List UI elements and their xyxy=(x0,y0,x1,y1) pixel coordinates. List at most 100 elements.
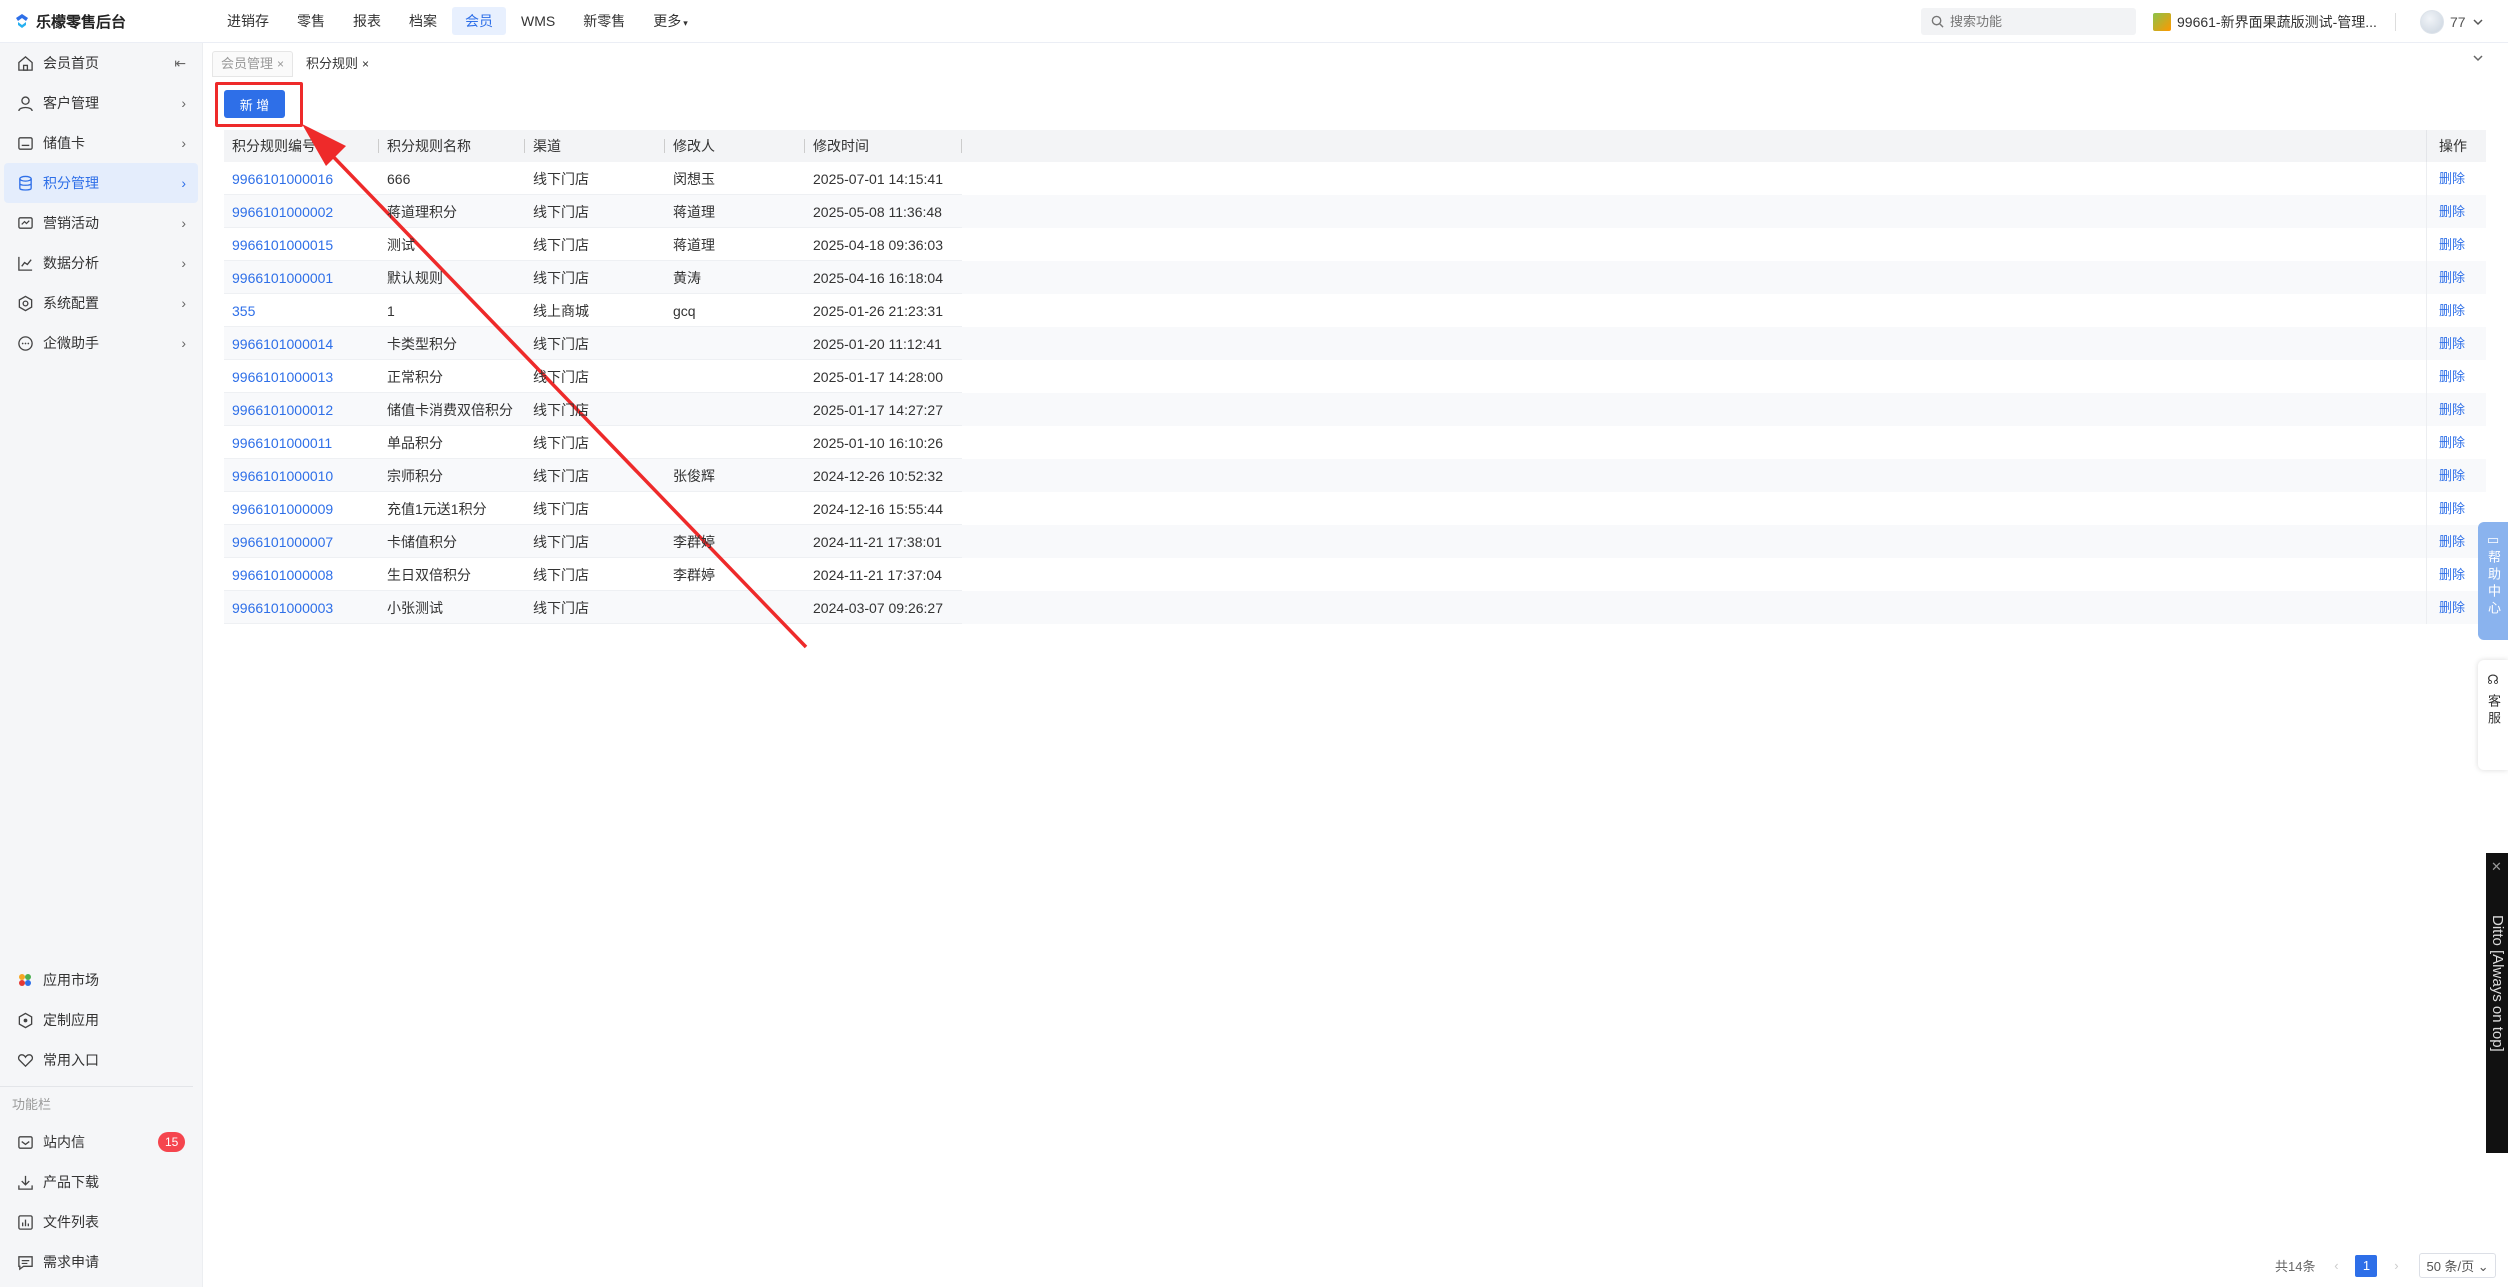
modified-time-cell: 2025-04-18 09:36:03 xyxy=(813,236,943,253)
nav-archive[interactable]: 档案 xyxy=(396,7,450,35)
sidebar-item-stored-value-card[interactable]: 储值卡 › xyxy=(0,123,202,163)
next-page-icon[interactable]: › xyxy=(2385,1255,2407,1277)
rule-name-cell: 666 xyxy=(387,170,411,187)
delete-button[interactable]: 删除 xyxy=(2426,492,2486,525)
app-logo[interactable]: 乐檬零售后台 xyxy=(0,11,200,32)
rule-id-link[interactable]: 9966101000001 xyxy=(224,270,379,286)
delete-button[interactable]: 删除 xyxy=(2426,459,2486,492)
close-icon[interactable]: × xyxy=(277,57,284,71)
tabs-dropdown-icon[interactable] xyxy=(2472,52,2484,67)
nav-new-retail[interactable]: 新零售 xyxy=(570,7,638,35)
search-box[interactable] xyxy=(1921,8,2136,35)
rule-id-link[interactable]: 9966101000015 xyxy=(224,237,379,253)
ditto-window[interactable]: ✕ Ditto [Always on top] xyxy=(2486,853,2508,1153)
delete-button[interactable]: 删除 xyxy=(2426,360,2486,393)
sidebar-item-inbox[interactable]: 站内信 15 xyxy=(0,1122,203,1162)
sidebar-item-customers[interactable]: 客户管理 › xyxy=(0,83,202,123)
nav-retail[interactable]: 零售 xyxy=(284,7,338,35)
sidebar-item-label: 营销活动 xyxy=(43,215,99,231)
delete-button[interactable]: 删除 xyxy=(2426,162,2486,195)
sidebar-item-label: 系统配置 xyxy=(43,295,99,311)
chevron-down-icon: ⌄ xyxy=(2477,1259,2489,1274)
close-icon[interactable]: ✕ xyxy=(2491,859,2502,875)
nav-reports[interactable]: 报表 xyxy=(340,7,394,35)
sidebar-item-requests[interactable]: 需求申请 xyxy=(0,1242,203,1282)
nav-inventory[interactable]: 进销存 xyxy=(214,7,282,35)
sidebar-item-system-config[interactable]: 系统配置 › xyxy=(0,283,202,323)
table-row: 9966101000007 卡储值积分 线下门店 李群婷 2024-11-21 17:3… xyxy=(224,525,2486,558)
rule-id-link[interactable]: 9966101000013 xyxy=(224,369,379,385)
delete-button[interactable]: 删除 xyxy=(2426,228,2486,261)
channel-cell: 线下门店 xyxy=(533,236,589,253)
page-number[interactable]: 1 xyxy=(2355,1254,2378,1277)
sidebar-item-wecom-assistant[interactable]: 企微助手 › xyxy=(0,323,202,363)
user-menu[interactable]: 77 xyxy=(2420,10,2484,34)
rule-id-link[interactable]: 9966101000010 xyxy=(224,468,379,484)
column-header: 渠道 xyxy=(525,130,665,162)
search-input[interactable] xyxy=(1950,14,2130,29)
chevron-right-icon: › xyxy=(181,95,186,111)
sidebar-item-custom-apps[interactable]: 定制应用 xyxy=(0,1000,203,1040)
table-row: 9966101000014 卡类型积分 线下门店 2025-01-20 11:12:4… xyxy=(224,327,2486,360)
rule-id-link[interactable]: 9966101000012 xyxy=(224,402,379,418)
rule-id-link[interactable]: 9966101000016 xyxy=(224,171,379,187)
delete-button[interactable]: 删除 xyxy=(2426,294,2486,327)
rule-id-link[interactable]: 9966101000009 xyxy=(224,501,379,517)
page-size-select[interactable]: 50 条/页 ⌄ xyxy=(2419,1253,2496,1278)
nav-wms[interactable]: WMS xyxy=(508,7,568,35)
sidebar-item-data-analysis[interactable]: 数据分析 › xyxy=(0,243,202,283)
store-switcher[interactable]: 99661-新界面果蔬版测试-管理... xyxy=(2153,12,2396,32)
sidebar-item-file-list[interactable]: 文件列表 xyxy=(0,1202,203,1242)
editor-cell: gcq xyxy=(673,302,696,319)
delete-button[interactable]: 删除 xyxy=(2426,393,2486,426)
delete-button[interactable]: 删除 xyxy=(2426,327,2486,360)
nav-member[interactable]: 会员 xyxy=(452,7,506,35)
modified-time-cell: 2025-04-16 16:18:04 xyxy=(813,269,943,286)
channel-cell: 线下门店 xyxy=(533,335,589,352)
sidebar-item-marketing[interactable]: 营销活动 › xyxy=(0,203,202,243)
chart-icon xyxy=(16,254,34,272)
sidebar-item-downloads[interactable]: 产品下载 xyxy=(0,1162,203,1202)
editor-cell: 李群婷 xyxy=(673,566,715,583)
tab-points-rules[interactable]: 积分规则 × xyxy=(297,51,379,77)
chevron-right-icon: › xyxy=(181,335,186,351)
custom-app-icon xyxy=(16,1011,34,1029)
channel-cell: 线下门店 xyxy=(533,368,589,385)
rule-id-link[interactable]: 9966101000003 xyxy=(224,600,379,616)
table-body: 9966101000016 666 线下门店 闵想玉 2025-07-01 14:15:… xyxy=(224,162,2486,624)
modified-time-cell: 2024-11-21 17:38:01 xyxy=(813,533,942,550)
delete-button[interactable]: 删除 xyxy=(2426,591,2486,624)
sidebar-item-favorites[interactable]: 常用入口 xyxy=(0,1040,203,1080)
rule-name-cell: 正常积分 xyxy=(387,368,443,385)
sidebar-item-points[interactable]: 积分管理 › xyxy=(4,163,198,203)
database-icon xyxy=(16,174,34,192)
rule-id-link[interactable]: 9966101000014 xyxy=(224,336,379,352)
rule-id-link[interactable]: 9966101000002 xyxy=(224,204,379,220)
collapse-sidebar-icon[interactable]: ⇤ xyxy=(174,55,186,72)
divider xyxy=(2394,13,2396,31)
chevron-right-icon: › xyxy=(181,255,186,271)
delete-button[interactable]: 删除 xyxy=(2426,426,2486,459)
delete-button[interactable]: 删除 xyxy=(2426,525,2486,558)
nav-more[interactable]: 更多 ▾ xyxy=(640,7,701,35)
sidebar-item-app-market[interactable]: 应用市场 xyxy=(0,960,203,1000)
rule-id-link[interactable]: 9966101000008 xyxy=(224,567,379,583)
rule-id-link[interactable]: 355 xyxy=(224,303,379,319)
rule-id-link[interactable]: 9966101000011 xyxy=(224,435,379,451)
column-resizer[interactable] xyxy=(961,139,962,153)
close-icon[interactable]: × xyxy=(362,57,369,71)
delete-button[interactable]: 删除 xyxy=(2426,558,2486,591)
rule-id-link[interactable]: 9966101000007 xyxy=(224,534,379,550)
delete-button[interactable]: 删除 xyxy=(2426,195,2486,228)
sidebar-item-member-home[interactable]: 会员首页 ⇤ xyxy=(0,43,202,83)
prev-page-icon[interactable]: ‹ xyxy=(2325,1255,2347,1277)
sidebar-item-label: 产品下载 xyxy=(43,1174,99,1190)
sidebar-bottom: 应用市场 定制应用 常用入口 功能栏 站内信 15 产品下载 文件列表 需求申请 xyxy=(0,960,203,1282)
tab-member-management[interactable]: 会员管理 × xyxy=(212,51,294,77)
add-button[interactable]: 新 增 xyxy=(224,90,285,118)
unread-badge: 15 xyxy=(158,1132,186,1152)
tab-label: 积分规则 xyxy=(306,56,359,71)
sidebar-item-label: 客户管理 xyxy=(43,95,99,111)
customer-service-tab[interactable]: ☊ 客服 xyxy=(2478,660,2508,770)
delete-button[interactable]: 删除 xyxy=(2426,261,2486,294)
